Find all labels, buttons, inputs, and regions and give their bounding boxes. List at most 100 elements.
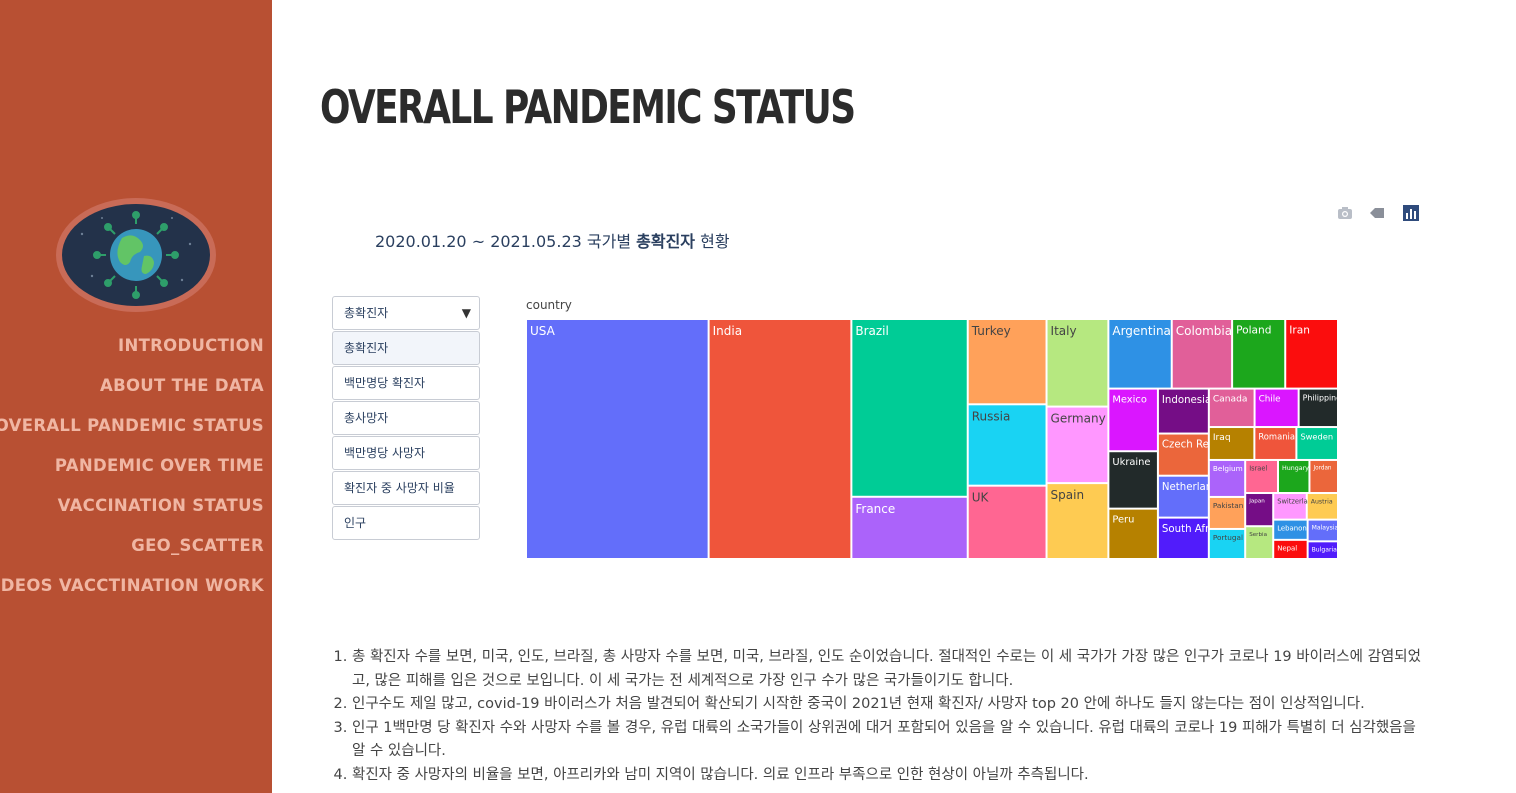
treemap-tile-label: Spain <box>1051 488 1085 502</box>
treemap-tile-label: Israel <box>1249 465 1267 473</box>
note-item: 인구 1백만명 당 확진자 수와 사망자 수를 볼 경우, 유럽 대륙의 소국가… <box>352 717 1431 764</box>
treemap-tile[interactable]: UK <box>968 486 1046 558</box>
treemap-tile-rect[interactable] <box>709 320 851 558</box>
treemap-tile[interactable]: Mexico <box>1109 389 1157 451</box>
treemap-tile[interactable]: Colombia <box>1172 320 1232 388</box>
treemap-tile[interactable]: Bulgaria <box>1308 542 1338 558</box>
note-item: 확진자 중 사망자의 비율을 보면, 아프리카와 남미 지역이 많습니다. 의료… <box>352 764 1431 788</box>
treemap-tile-label: Colombia <box>1176 324 1232 338</box>
treemap-tile-label: Indonesia <box>1162 395 1211 406</box>
nav-overall-pandemic-status[interactable]: OVERALL PANDEMIC STATUS <box>0 413 264 453</box>
treemap-tile-label: Jordan <box>1312 466 1331 472</box>
treemap-tile[interactable]: Italy <box>1047 320 1108 406</box>
treemap-tile[interactable]: France <box>852 497 967 558</box>
note-item: 총 확진자 수를 보면, 미국, 인도, 브라질, 총 사망자 수를 보면, 미… <box>352 646 1431 693</box>
treemap-tile-label: Germany <box>1051 412 1106 426</box>
dropdown-option[interactable]: 백만명당 사망자 <box>332 436 480 470</box>
nav-geo-scatter[interactable]: GEO_SCATTER <box>0 533 264 573</box>
treemap-tile[interactable]: Iran <box>1286 320 1337 388</box>
treemap-tile[interactable]: Poland <box>1233 320 1285 388</box>
treemap-tile-label: Serbia <box>1249 532 1267 538</box>
dropdown-option[interactable]: 총확진자 <box>332 331 480 365</box>
treemap-tile-label: Sweden <box>1300 431 1333 441</box>
treemap-tile-label: Turkey <box>971 324 1011 338</box>
treemap-tile-label: Chile <box>1259 394 1281 404</box>
treemap-tile-label: Philippines <box>1303 393 1346 402</box>
treemap-tile-label: Malaysia <box>1312 525 1339 532</box>
treemap-tile[interactable]: Israel <box>1246 460 1278 493</box>
treemap-chart: USA India Brazil France Turkey Russia UK Italy G… <box>527 320 1346 558</box>
treemap-tile[interactable]: Lebanon <box>1274 520 1307 539</box>
nav-introduction[interactable]: INTRODUCTION <box>0 333 264 373</box>
nav-vaccination-status[interactable]: VACCINATION STATUS <box>0 493 264 533</box>
treemap-tile[interactable]: Germany <box>1047 407 1108 483</box>
sidebar-nav: INTRODUCTION ABOUT THE DATA OVERALL PAND… <box>0 333 264 613</box>
treemap-tile[interactable]: Romania <box>1255 428 1296 459</box>
dropdown-selected-value: 총확진자 <box>344 306 389 320</box>
treemap-tile-label: France <box>855 502 895 516</box>
treemap-tile[interactable]: Jordan <box>1310 460 1337 493</box>
treemap-tile-label: Japan <box>1248 499 1265 505</box>
treemap-tile[interactable]: Turkey <box>968 320 1046 404</box>
treemap-tile-label: Portugal <box>1213 533 1243 542</box>
dropdown-option[interactable]: 확진자 중 사망자 비율 <box>332 471 480 505</box>
camera-icon[interactable] <box>1336 204 1354 222</box>
treemap-tile-label: Hungary <box>1282 465 1309 472</box>
metric-dropdown-toggle[interactable]: 총확진자 ▼ <box>332 296 480 330</box>
treemap-tile[interactable]: Brazil <box>852 320 967 496</box>
treemap-tile-rect[interactable] <box>852 320 967 496</box>
treemap-tile[interactable]: Indonesia <box>1158 389 1211 433</box>
treemap-tile-label: Romania <box>1258 431 1295 441</box>
treemap-tile[interactable]: India <box>709 320 851 558</box>
treemap-tile[interactable]: Austria <box>1307 494 1337 519</box>
treemap-tile-label: Canada <box>1213 395 1248 405</box>
treemap-tile-label: India <box>713 324 742 338</box>
treemap-tile[interactable]: Sweden <box>1297 428 1337 459</box>
treemap-tile[interactable]: Peru <box>1109 509 1157 558</box>
treemap-tile[interactable]: Russia <box>968 405 1046 485</box>
treemap-tile[interactable]: Belgium <box>1209 460 1245 496</box>
treemap-tile[interactable]: Canada <box>1209 389 1254 427</box>
treemap-tile[interactable]: Hungary <box>1279 460 1309 493</box>
globe-virus-icon <box>80 211 192 299</box>
chart-modebar <box>1336 204 1420 222</box>
treemap-tile-rect[interactable] <box>527 320 708 558</box>
treemap-tile-label: Italy <box>1051 324 1077 338</box>
treemap-tile[interactable]: Chile <box>1255 389 1298 427</box>
treemap-tile[interactable]: Philippines <box>1299 389 1346 427</box>
nav-about-the-data[interactable]: ABOUT THE DATA <box>0 373 264 413</box>
treemap-tile-label: Poland <box>1236 325 1271 337</box>
treemap-tile[interactable]: Pakistan <box>1209 497 1245 528</box>
sidebar: INTRODUCTION ABOUT THE DATA OVERALL PAND… <box>0 0 272 793</box>
treemap-tile-label: Mexico <box>1112 395 1146 406</box>
treemap-tile[interactable]: Japan <box>1246 494 1273 526</box>
nav-pandemic-over-time[interactable]: PANDEMIC OVER TIME <box>0 453 264 493</box>
nav-deos-vacctination-work[interactable]: DEOS VACCTINATION WORK <box>0 573 264 613</box>
treemap-tile-label: Ukraine <box>1112 457 1150 468</box>
treemap-tile-label: Argentina <box>1112 324 1171 338</box>
treemap-tile[interactable]: Serbia <box>1246 527 1273 558</box>
treemap-tile[interactable]: Argentina <box>1109 320 1171 388</box>
treemap-tile[interactable]: USA <box>527 320 708 558</box>
page-title: OVERALL PANDEMIC STATUS <box>320 80 856 134</box>
metric-dropdown: 총확진자 ▼ 총확진자 백만명당 확진자 총사망자 백만명당 사망자 확진자 중… <box>332 296 480 540</box>
treemap-tile[interactable]: Spain <box>1047 484 1108 558</box>
dropdown-option[interactable]: 백만명당 확진자 <box>332 366 480 400</box>
treemap-tile-label: Iraq <box>1213 433 1231 443</box>
treemap-tile[interactable]: Ukraine <box>1109 452 1157 508</box>
treemap-tile-label: Russia <box>972 409 1011 423</box>
treemap-tile-label: Austria <box>1311 498 1333 505</box>
dropdown-arrow-icon: ▼ <box>461 306 471 320</box>
dropdown-option[interactable]: 총사망자 <box>332 401 480 435</box>
analysis-notes: 총 확진자 수를 보면, 미국, 인도, 브라질, 총 사망자 수를 보면, 미… <box>331 646 1431 787</box>
treemap-tile[interactable]: Portugal <box>1209 529 1245 558</box>
plotly-logo-icon[interactable] <box>1402 204 1420 222</box>
treemap-tile-label: Belgium <box>1213 464 1243 473</box>
treemap-tile[interactable]: Nepal <box>1274 540 1307 558</box>
treemap-tile[interactable]: Malaysia <box>1308 520 1339 541</box>
dropdown-option[interactable]: 인구 <box>332 506 480 540</box>
tag-icon[interactable] <box>1368 204 1386 222</box>
treemap-tile-label: Pakistan <box>1213 501 1244 510</box>
treemap-tile[interactable]: Iraq <box>1209 428 1254 459</box>
treemap-tile-label: Peru <box>1112 515 1134 526</box>
